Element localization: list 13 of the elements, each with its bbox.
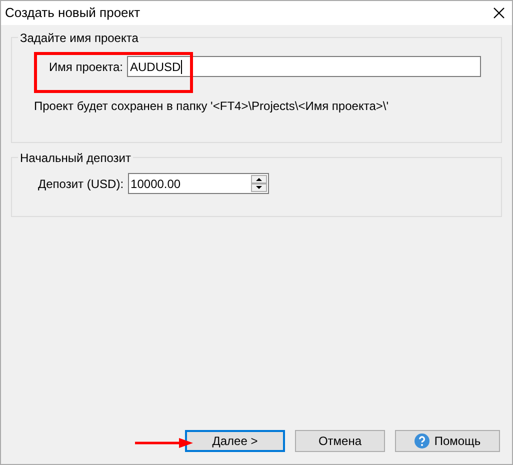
field-label: Депозит (USD): (38, 176, 124, 192)
help-button[interactable]: Помощь (395, 430, 500, 452)
cancel-button[interactable]: Отмена (295, 430, 385, 452)
project-name-field[interactable]: AUDUSD (126, 56, 481, 77)
arrow-drawing (135, 438, 193, 448)
spinner-icon[interactable] (250, 175, 267, 192)
next-button[interactable]: Далее > (185, 430, 285, 452)
help-icon (414, 433, 430, 449)
close-icon[interactable] (493, 7, 505, 19)
window-title: Создать новый проект (5, 4, 140, 22)
deposit-field[interactable]: 10000.00 (128, 173, 269, 194)
field-label: Имя проекта: (49, 58, 123, 76)
hint-text: Проект будет сохранен в папку '<FT4>\Projects\<Имя проекта>\' (34, 99, 389, 113)
